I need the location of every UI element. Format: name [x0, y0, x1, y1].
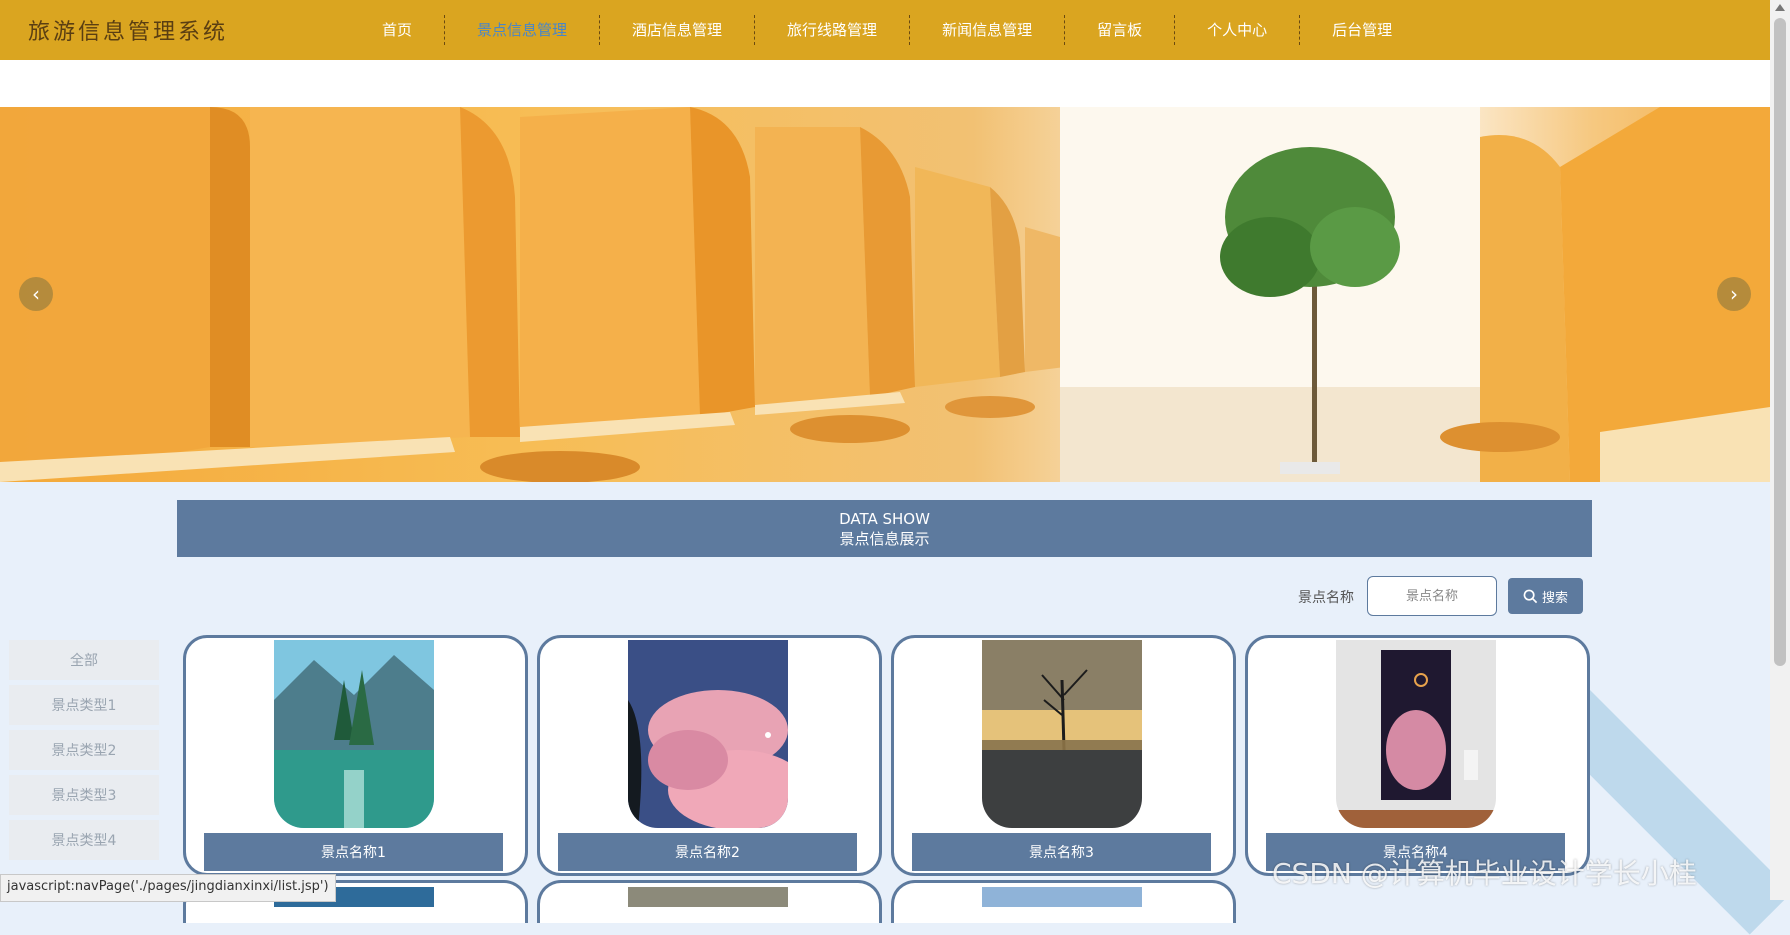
attraction-name: 景点名称1: [204, 833, 503, 871]
category-all[interactable]: 全部: [9, 640, 159, 680]
scrollbar-thumb[interactable]: [1774, 18, 1786, 666]
attraction-name: 景点名称2: [558, 833, 857, 871]
attraction-card[interactable]: 景点名称3: [891, 635, 1236, 876]
attraction-image: [274, 640, 434, 828]
site-logo[interactable]: 旅游信息管理系统: [28, 14, 228, 46]
header-spacer: [0, 60, 1770, 107]
category-type-2[interactable]: 景点类型2: [9, 730, 159, 770]
search-input[interactable]: [1367, 576, 1497, 616]
nav-hotels[interactable]: 酒店信息管理: [600, 15, 756, 45]
banner-carousel: ‹ ›: [0, 107, 1770, 482]
search-button[interactable]: 搜索: [1508, 578, 1583, 614]
category-sidebar: 全部 景点类型1 景点类型2 景点类型3 景点类型4: [9, 640, 159, 865]
chevron-right-icon: ›: [1730, 282, 1738, 306]
attraction-image: [1336, 640, 1496, 828]
attraction-image: [628, 640, 788, 828]
attraction-card[interactable]: 景点名称4: [1245, 635, 1590, 876]
attraction-card[interactable]: 景点名称1: [183, 635, 528, 876]
nav-admin[interactable]: 后台管理: [1300, 15, 1424, 45]
main-nav: 首页 景点信息管理 酒店信息管理 旅行线路管理 新闻信息管理 留言板 个人中心 …: [350, 14, 1424, 46]
attraction-card[interactable]: [891, 880, 1236, 923]
search-icon: [1523, 589, 1538, 603]
attraction-image: [982, 887, 1142, 907]
section-header: DATA SHOW 景点信息展示: [177, 500, 1592, 557]
top-nav-bar: 旅游信息管理系统 首页 景点信息管理 酒店信息管理 旅行线路管理 新闻信息管理 …: [0, 0, 1770, 60]
search-label: 景点名称: [1298, 590, 1354, 606]
attraction-image: [982, 640, 1142, 828]
attraction-card[interactable]: [537, 880, 882, 923]
scroll-up-icon[interactable]: [1775, 4, 1785, 11]
carousel-prev-button[interactable]: ‹: [19, 277, 53, 311]
banner-image: [0, 107, 1770, 482]
nav-attractions[interactable]: 景点信息管理: [445, 15, 601, 45]
vertical-scrollbar[interactable]: [1770, 0, 1790, 900]
category-type-4[interactable]: 景点类型4: [9, 820, 159, 860]
nav-routes[interactable]: 旅行线路管理: [755, 15, 911, 45]
nav-home[interactable]: 首页: [350, 15, 446, 45]
carousel-next-button[interactable]: ›: [1717, 277, 1751, 311]
section-title-cn: 景点信息展示: [839, 529, 930, 548]
attraction-image: [628, 887, 788, 907]
section-title-en: DATA SHOW: [839, 509, 930, 528]
attraction-name: 景点名称3: [912, 833, 1211, 871]
watermark: CSDN @计算机毕业设计学长小桂: [1272, 857, 1697, 890]
category-type-3[interactable]: 景点类型3: [9, 775, 159, 815]
category-type-1[interactable]: 景点类型1: [9, 685, 159, 725]
chevron-left-icon: ‹: [32, 282, 40, 306]
attraction-card[interactable]: 景点名称2: [537, 635, 882, 876]
status-bar-url: javascript:navPage('./pages/jingdianxinx…: [0, 874, 336, 902]
search-button-label: 搜索: [1541, 590, 1568, 606]
nav-message-board[interactable]: 留言板: [1065, 15, 1176, 45]
nav-news[interactable]: 新闻信息管理: [910, 15, 1066, 45]
nav-profile[interactable]: 个人中心: [1175, 15, 1301, 45]
